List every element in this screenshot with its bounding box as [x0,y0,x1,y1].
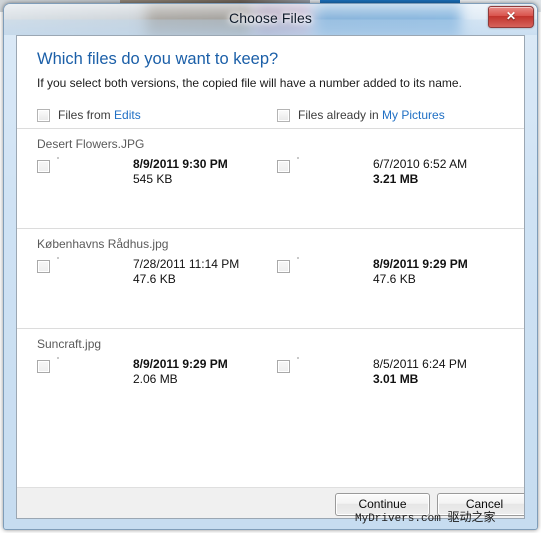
file-version-meta: 7/28/2011 11:14 PM 47.6 KB [133,257,239,287]
source-folder-link[interactable]: Edits [114,108,141,122]
file-version-checkbox[interactable] [277,360,290,373]
file-size: 545 KB [133,172,173,186]
column-header-source-prefix: Files from [58,108,115,122]
file-version-checkbox[interactable] [277,260,290,273]
file-version-meta: 8/9/2011 9:29 PM 47.6 KB [373,257,468,287]
file-date: 7/28/2011 11:14 PM [133,257,240,271]
file-version-meta: 8/9/2011 9:29 PM 2.06 MB [133,357,228,387]
select-all-source-checkbox[interactable] [37,109,50,122]
page-title: Which files do you want to keep? [37,50,279,68]
file-conflict-group: Suncraft.jpg 8/9/2011 9:29 PM 2.06 MB 8/… [17,329,524,429]
suncraft-thumbnail[interactable] [297,357,299,359]
file-name: Suncraft.jpg [37,337,102,351]
suncraft-thumbnail[interactable] [57,357,59,359]
file-conflict-group: Københavns Rådhus.jpg 7/28/2011 11:14 PM… [17,229,524,329]
title-bar[interactable]: Choose Files ✕ [4,4,537,35]
desert-flowers-thumbnail[interactable] [297,157,299,159]
copenhagen-tower-thumbnail[interactable] [297,257,299,259]
file-version-meta: 6/7/2010 6:52 AM 3.21 MB [373,157,467,187]
select-all-destination-checkbox[interactable] [277,109,290,122]
file-version-meta: 8/9/2011 9:30 PM 545 KB [133,157,228,187]
file-size: 3.01 MB [373,372,419,386]
watermark-cn: 驱动之家 [447,510,496,524]
file-date: 8/9/2011 9:29 PM [373,257,468,271]
column-header-destination-label: Files already in My Pictures [298,108,445,122]
file-size: 47.6 KB [133,272,176,286]
destination-folder-link[interactable]: My Pictures [382,108,445,122]
file-date: 8/9/2011 9:29 PM [133,357,228,371]
file-version-meta: 8/5/2011 6:24 PM 3.01 MB [373,357,467,387]
file-name: Københavns Rådhus.jpg [37,237,169,251]
file-version-checkbox[interactable] [277,160,290,173]
file-version-checkbox[interactable] [37,160,50,173]
close-button[interactable]: ✕ [488,6,534,28]
choose-files-dialog: Choose Files ✕ Which files do you want t… [3,3,538,530]
dialog-client-area: Which files do you want to keep? If you … [16,35,525,519]
column-header-destination-prefix: Files already in [298,108,383,122]
file-date: 6/7/2010 6:52 AM [373,157,468,171]
file-conflict-list: Desert Flowers.JPG 8/9/2011 9:30 PM 545 … [17,128,524,429]
file-date: 8/5/2011 6:24 PM [373,357,467,371]
file-version-checkbox[interactable] [37,360,50,373]
file-size: 3.21 MB [373,172,419,186]
page-subtitle: If you select both versions, the copied … [37,76,462,90]
dialog-header: Which files do you want to keep? If you … [17,36,524,128]
file-size: 2.06 MB [133,372,178,386]
copenhagen-tower-thumbnail[interactable] [57,257,59,259]
close-icon: ✕ [505,9,517,23]
file-version-checkbox[interactable] [37,260,50,273]
file-date: 8/9/2011 9:30 PM [133,157,228,171]
column-header-source-label: Files from Edits [58,108,141,122]
watermark: MyDrivers.com 驱动之家 [355,508,495,525]
file-size: 47.6 KB [373,272,416,286]
file-name: Desert Flowers.JPG [37,137,145,151]
watermark-site: MyDrivers.com [355,513,441,525]
file-conflict-group: Desert Flowers.JPG 8/9/2011 9:30 PM 545 … [17,129,524,229]
list-empty-space [17,427,524,487]
desert-flowers-thumbnail[interactable] [57,157,59,159]
window-title: Choose Files [229,10,312,26]
